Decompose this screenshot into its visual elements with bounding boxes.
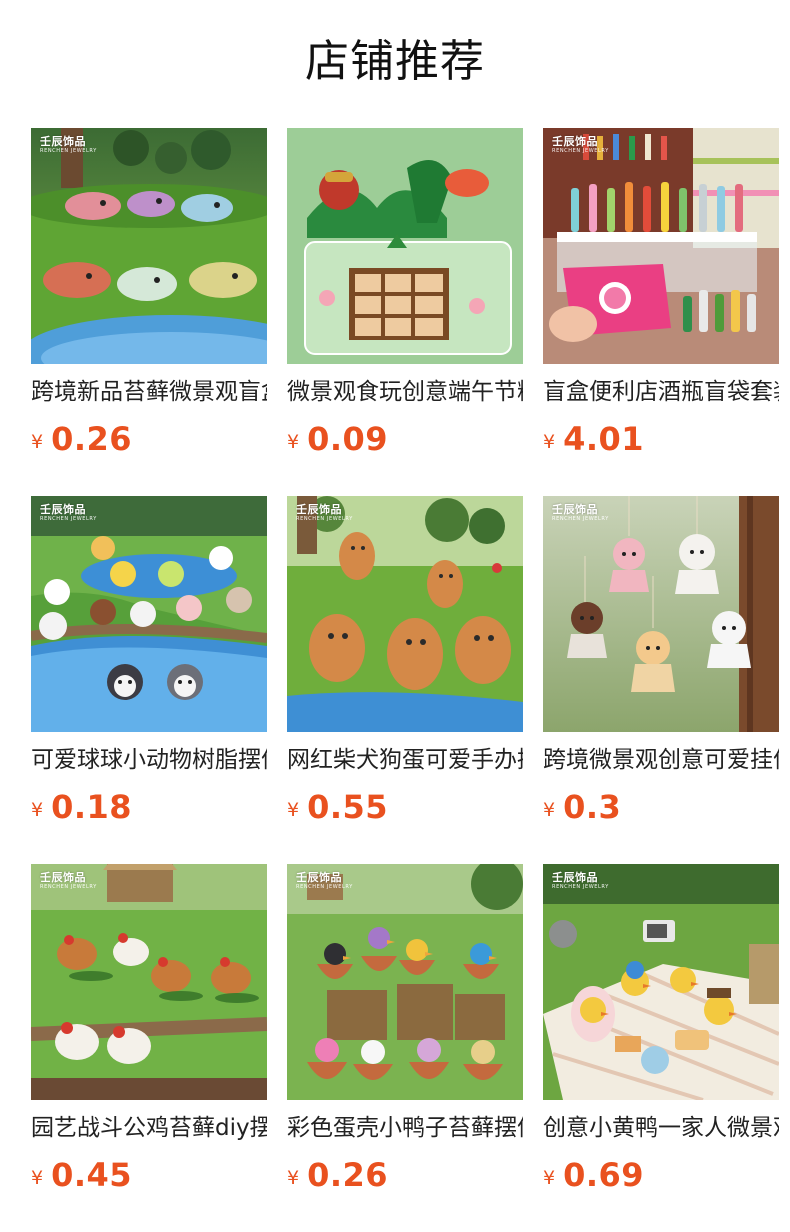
price-amount: 0.26: [51, 420, 133, 458]
page-title: 店铺推荐: [305, 36, 485, 87]
brand-logo-subtitle: RENCHEN JEWELRY: [296, 516, 353, 522]
product-name[interactable]: 可爱球球小动物树脂摆件: [31, 744, 267, 776]
product-image[interactable]: 壬辰饰品 RENCHEN JEWELRY: [543, 864, 779, 1100]
product-card[interactable]: 壬辰饰品 RENCHEN JEWELRY 园艺战斗公鸡苔藓diy摆件 ¥0.45: [31, 864, 267, 1194]
currency-symbol: ¥: [287, 799, 300, 821]
product-card[interactable]: 壬辰饰品 RENCHEN JEWELRY 盲盒便利店酒瓶盲袋套装 ¥4.01: [543, 128, 779, 458]
product-name[interactable]: 跨境微景观创意可爱挂件: [543, 744, 779, 776]
product-card[interactable]: 壬辰饰品 RENCHEN JEWELRY 网红柴犬狗蛋可爱手办摆件 ¥0.55: [287, 496, 523, 826]
brand-logo-subtitle: RENCHEN JEWELRY: [40, 884, 97, 890]
product-card[interactable]: 壬辰饰品 RENCHEN JEWELRY 跨境微景观创意可爱挂件 ¥0.3: [543, 496, 779, 826]
product-price: ¥0.3: [543, 788, 621, 828]
brand-logo-subtitle: RENCHEN JEWELRY: [552, 516, 609, 522]
brand-logo-subtitle: RENCHEN JEWELRY: [40, 148, 97, 154]
price-amount: 0.26: [307, 1156, 389, 1194]
product-card[interactable]: 壬辰饰品 RENCHEN JEWELRY 彩色蛋壳小鸭子苔藓摆件 ¥0.26: [287, 864, 523, 1194]
price-amount: 0.18: [51, 788, 133, 826]
product-name[interactable]: 盲盒便利店酒瓶盲袋套装: [543, 376, 779, 408]
price-amount: 0.69: [563, 1156, 645, 1194]
brand-logo: 壬辰饰品: [552, 871, 598, 884]
price-amount: 0.45: [51, 1156, 133, 1194]
currency-symbol: ¥: [543, 1167, 556, 1189]
brand-logo: 壬辰饰品: [296, 503, 342, 516]
product-name[interactable]: 创意小黄鸭一家人微景观: [543, 1112, 779, 1144]
brand-logo-subtitle: RENCHEN JEWELRY: [296, 884, 353, 890]
brand-logo: 壬辰饰品: [296, 871, 342, 884]
product-image[interactable]: 壬辰饰品 RENCHEN JEWELRY: [31, 496, 267, 732]
currency-symbol: ¥: [31, 799, 44, 821]
product-grid: 壬辰饰品 RENCHEN JEWELRY 跨境新品苔藓微景观盲盒 ¥0.26 微…: [31, 128, 779, 1194]
product-card[interactable]: 壬辰饰品 RENCHEN JEWELRY 创意小黄鸭一家人微景观 ¥0.69: [543, 864, 779, 1194]
product-card[interactable]: 壬辰饰品 RENCHEN JEWELRY 跨境新品苔藓微景观盲盒 ¥0.26: [31, 128, 267, 458]
currency-symbol: ¥: [31, 431, 44, 453]
brand-logo-subtitle: RENCHEN JEWELRY: [552, 148, 609, 154]
product-price: ¥0.26: [287, 1156, 388, 1196]
product-image[interactable]: 壬辰饰品 RENCHEN JEWELRY: [31, 864, 267, 1100]
currency-symbol: ¥: [287, 1167, 300, 1189]
price-amount: 4.01: [563, 420, 645, 458]
brand-logo: 壬辰饰品: [552, 135, 598, 148]
product-name[interactable]: 园艺战斗公鸡苔藓diy摆件: [31, 1112, 267, 1144]
currency-symbol: ¥: [287, 431, 300, 453]
product-price: ¥0.09: [287, 420, 388, 460]
product-card[interactable]: 壬辰饰品 RENCHEN JEWELRY 可爱球球小动物树脂摆件 ¥0.18: [31, 496, 267, 826]
product-price: ¥0.18: [31, 788, 132, 828]
product-image[interactable]: 壬辰饰品 RENCHEN JEWELRY: [287, 864, 523, 1100]
product-card[interactable]: 微景观食玩创意端午节粽子 ¥0.09: [287, 128, 523, 458]
product-price: ¥0.26: [31, 420, 132, 460]
product-image[interactable]: 壬辰饰品 RENCHEN JEWELRY: [31, 128, 267, 364]
currency-symbol: ¥: [543, 431, 556, 453]
price-amount: 0.55: [307, 788, 389, 826]
brand-logo: 壬辰饰品: [40, 871, 86, 884]
product-price: ¥0.69: [543, 1156, 644, 1196]
product-name[interactable]: 彩色蛋壳小鸭子苔藓摆件: [287, 1112, 523, 1144]
currency-symbol: ¥: [543, 799, 556, 821]
product-name[interactable]: 网红柴犬狗蛋可爱手办摆件: [287, 744, 523, 776]
brand-logo: 壬辰饰品: [40, 135, 86, 148]
brand-logo-subtitle: RENCHEN JEWELRY: [40, 516, 97, 522]
product-image[interactable]: 壬辰饰品 RENCHEN JEWELRY: [287, 496, 523, 732]
brand-logo: 壬辰饰品: [552, 503, 598, 516]
product-price: ¥0.55: [287, 788, 388, 828]
product-image[interactable]: [287, 128, 523, 364]
product-image[interactable]: 壬辰饰品 RENCHEN JEWELRY: [543, 128, 779, 364]
brand-logo: 壬辰饰品: [40, 503, 86, 516]
price-amount: 0.3: [563, 788, 622, 826]
product-price: ¥4.01: [543, 420, 644, 460]
brand-logo-subtitle: RENCHEN JEWELRY: [552, 884, 609, 890]
currency-symbol: ¥: [31, 1167, 44, 1189]
product-price: ¥0.45: [31, 1156, 132, 1196]
price-amount: 0.09: [307, 420, 389, 458]
product-name[interactable]: 微景观食玩创意端午节粽子: [287, 376, 523, 408]
product-image[interactable]: 壬辰饰品 RENCHEN JEWELRY: [543, 496, 779, 732]
product-name[interactable]: 跨境新品苔藓微景观盲盒: [31, 376, 267, 408]
